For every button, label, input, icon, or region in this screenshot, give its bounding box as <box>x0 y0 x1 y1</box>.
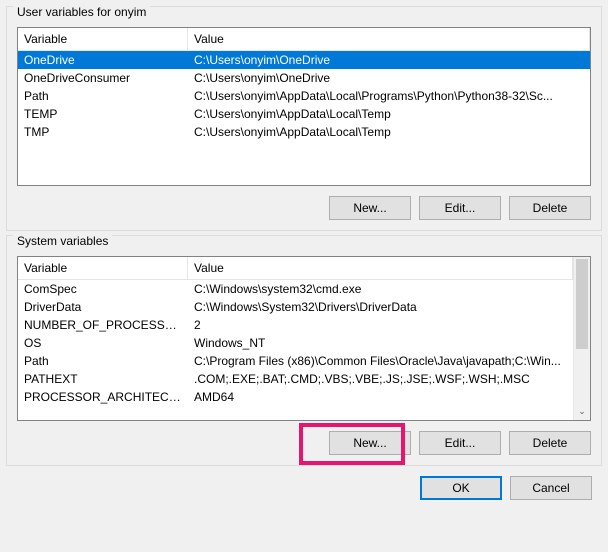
cell-variable: PROCESSOR_ARCHITECTURE <box>18 388 188 406</box>
table-row[interactable]: ComSpecC:\Windows\system32\cmd.exe <box>18 280 573 298</box>
user-header-value[interactable]: Value <box>188 28 590 50</box>
cell-value: C:\Users\onyim\AppData\Local\Programs\Py… <box>188 87 590 105</box>
system-scrollbar[interactable]: ⌄ <box>573 257 590 420</box>
table-row[interactable]: PathC:\Users\onyim\AppData\Local\Program… <box>18 87 590 105</box>
system-variables-table[interactable]: Variable Value ComSpecC:\Windows\system3… <box>17 256 591 421</box>
cell-value: C:\Users\onyim\OneDrive <box>188 69 590 87</box>
cell-value: C:\Windows\System32\Drivers\DriverData <box>188 298 573 316</box>
cell-variable: DriverData <box>18 298 188 316</box>
scrollbar-down-icon[interactable]: ⌄ <box>574 403 590 420</box>
cell-value: .COM;.EXE;.BAT;.CMD;.VBS;.VBE;.JS;.JSE;.… <box>188 370 573 388</box>
system-header-value[interactable]: Value <box>188 257 573 280</box>
cell-value: Windows_NT <box>188 334 573 352</box>
user-edit-button[interactable]: Edit... <box>419 196 501 220</box>
table-row[interactable]: PATHEXT.COM;.EXE;.BAT;.CMD;.VBS;.VBE;.JS… <box>18 370 573 388</box>
table-row[interactable]: TEMPC:\Users\onyim\AppData\Local\Temp <box>18 105 590 123</box>
user-variables-table[interactable]: Variable Value OneDriveC:\Users\onyim\On… <box>17 27 591 186</box>
user-new-button[interactable]: New... <box>329 196 411 220</box>
cell-variable: NUMBER_OF_PROCESSORS <box>18 316 188 334</box>
cell-variable: Path <box>18 87 188 105</box>
cell-variable: Path <box>18 352 188 370</box>
system-table-body[interactable]: ComSpecC:\Windows\system32\cmd.exeDriver… <box>18 280 573 420</box>
system-edit-button[interactable]: Edit... <box>419 431 501 455</box>
scrollbar-thumb[interactable] <box>576 259 588 349</box>
table-row[interactable]: PathC:\Program Files (x86)\Common Files\… <box>18 352 573 370</box>
cell-value: AMD64 <box>188 388 573 406</box>
cell-variable: OS <box>18 334 188 352</box>
user-table-header: Variable Value <box>18 28 590 51</box>
system-button-row: New... Edit... Delete <box>17 431 591 455</box>
system-variables-label: System variables <box>13 234 112 248</box>
user-variables-group: User variables for onyim Variable Value … <box>6 6 602 231</box>
cell-variable: PATHEXT <box>18 370 188 388</box>
system-table-header: Variable Value <box>18 257 573 280</box>
table-row[interactable]: DriverDataC:\Windows\System32\Drivers\Dr… <box>18 298 573 316</box>
user-delete-button[interactable]: Delete <box>509 196 591 220</box>
cancel-button[interactable]: Cancel <box>510 476 592 500</box>
dialog-footer: OK Cancel <box>0 470 608 510</box>
cell-variable: TMP <box>18 123 188 141</box>
system-delete-button[interactable]: Delete <box>509 431 591 455</box>
cell-value: C:\Windows\system32\cmd.exe <box>188 280 573 298</box>
cell-value: C:\Users\onyim\AppData\Local\Temp <box>188 105 590 123</box>
cell-value: C:\Users\onyim\AppData\Local\Temp <box>188 123 590 141</box>
table-row[interactable]: OneDriveConsumerC:\Users\onyim\OneDrive <box>18 69 590 87</box>
table-row[interactable]: TMPC:\Users\onyim\AppData\Local\Temp <box>18 123 590 141</box>
table-row[interactable]: OSWindows_NT <box>18 334 573 352</box>
system-header-variable[interactable]: Variable <box>18 257 188 280</box>
user-header-variable[interactable]: Variable <box>18 28 188 50</box>
cell-variable: OneDriveConsumer <box>18 69 188 87</box>
cell-variable: TEMP <box>18 105 188 123</box>
table-row[interactable]: OneDriveC:\Users\onyim\OneDrive <box>18 51 590 69</box>
system-new-button[interactable]: New... <box>329 431 411 455</box>
ok-button[interactable]: OK <box>420 476 502 500</box>
cell-variable: ComSpec <box>18 280 188 298</box>
cell-value: 2 <box>188 316 573 334</box>
system-variables-group: System variables Variable Value ComSpecC… <box>6 235 602 466</box>
cell-value: C:\Program Files (x86)\Common Files\Orac… <box>188 352 573 370</box>
table-row[interactable]: PROCESSOR_ARCHITECTUREAMD64 <box>18 388 573 406</box>
cell-variable: OneDrive <box>18 51 188 69</box>
user-button-row: New... Edit... Delete <box>17 196 591 220</box>
cell-value: C:\Users\onyim\OneDrive <box>188 51 590 69</box>
user-variables-label: User variables for onyim <box>13 5 150 19</box>
user-table-body[interactable]: OneDriveC:\Users\onyim\OneDriveOneDriveC… <box>18 51 590 185</box>
table-row[interactable]: NUMBER_OF_PROCESSORS2 <box>18 316 573 334</box>
